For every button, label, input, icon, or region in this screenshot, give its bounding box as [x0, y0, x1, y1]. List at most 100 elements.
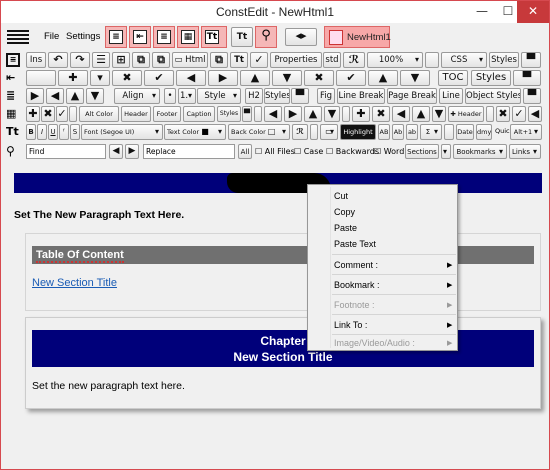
search-icon[interactable]: ⚲ — [6, 144, 21, 158]
context-link-to[interactable]: Link To : — [334, 320, 367, 330]
document-tab[interactable]: NewHtml1 — [324, 26, 391, 48]
sep-2[interactable] — [342, 106, 350, 122]
strike-icon[interactable]: S — [70, 124, 80, 140]
add-row-icon[interactable]: ✚ — [26, 106, 40, 122]
remove-row-icon[interactable]: ✖ — [41, 106, 55, 122]
search-view-button[interactable]: ⚲ — [255, 26, 277, 48]
context-bookmark[interactable]: Bookmark : — [334, 280, 380, 290]
sections-dropdown[interactable] — [441, 144, 451, 159]
undo-icon[interactable]: ↶ — [48, 52, 68, 68]
case-checkbox[interactable]: ☐ Case — [294, 144, 323, 159]
blank-button[interactable] — [26, 70, 56, 86]
dmy-button[interactable]: dmy — [476, 124, 492, 140]
format-icon[interactable]: ᶠ — [59, 124, 69, 140]
sep-1[interactable] — [254, 106, 262, 122]
sigma-select[interactable]: Σ — [420, 124, 442, 140]
table-up-icon[interactable]: ▲ — [412, 106, 430, 122]
find-prev-icon[interactable]: ◀ — [109, 144, 123, 159]
cut-icon[interactable]: ⊞ — [112, 52, 130, 68]
col-up-icon[interactable]: ▲ — [304, 106, 322, 122]
add-icon[interactable]: ✚ — [58, 70, 88, 86]
delete-2-icon[interactable]: ✖ — [304, 70, 334, 86]
import-icon[interactable]: ⧉ — [210, 52, 228, 68]
box-icon[interactable]: ▀ — [521, 52, 541, 68]
context-comment[interactable]: Comment : — [334, 260, 378, 270]
date-button[interactable]: Date — [456, 124, 474, 140]
navigate-arrows-button[interactable]: ◂▸ — [285, 28, 317, 46]
box-4-icon[interactable]: ▀ — [523, 88, 541, 104]
properties-button[interactable]: Properties — [270, 52, 322, 68]
select-all-icon[interactable]: ☰ — [92, 52, 110, 68]
context-paste-text[interactable]: Paste Text — [334, 239, 376, 249]
close-button[interactable]: ✕ — [517, 1, 549, 23]
context-cut[interactable]: Cut — [334, 191, 348, 201]
accept-2-icon[interactable]: ✔ — [336, 70, 366, 86]
box-5-icon[interactable]: ▀ — [242, 106, 252, 122]
col-right-icon[interactable]: ▶ — [284, 106, 302, 122]
find-input[interactable]: Find — [26, 144, 106, 159]
up-icon[interactable]: ▲ — [368, 70, 398, 86]
toc-button[interactable]: TOC — [438, 70, 468, 86]
spell-check-icon[interactable]: ℛ — [343, 52, 365, 68]
table-down-icon[interactable]: ▼ — [432, 106, 446, 122]
minimize-button[interactable]: — — [469, 1, 495, 23]
tt-button[interactable]: Tt — [230, 52, 248, 68]
main-menu-icon[interactable] — [7, 28, 29, 46]
underline-button[interactable]: U — [48, 124, 58, 140]
move-right-icon[interactable]: ▶ — [208, 70, 238, 86]
text-tool-button[interactable]: Tt — [231, 27, 253, 47]
sep-3[interactable] — [486, 106, 494, 122]
font-view-button[interactable]: Tt — [201, 26, 227, 48]
box-3-icon[interactable]: ▀ — [291, 88, 309, 104]
check-2-icon[interactable]: ✓ — [56, 106, 68, 122]
italic-button[interactable]: I — [37, 124, 47, 140]
table-back-icon[interactable]: ◀ — [392, 106, 410, 122]
paragraph-icon[interactable]: ≡ — [6, 53, 20, 67]
back-icon[interactable]: ◀ — [46, 88, 64, 104]
table-view-button[interactable]: ▦ — [177, 26, 199, 48]
table-icon[interactable]: ▦ — [6, 107, 21, 121]
up-3-icon[interactable]: ▲ — [66, 88, 84, 104]
page-break-button[interactable]: Page Break — [387, 88, 437, 104]
header-button[interactable]: Header — [121, 106, 151, 122]
font-size-icon[interactable]: Tt — [6, 125, 21, 139]
object-styles-button[interactable]: Object Styles — [465, 88, 521, 104]
col-left-icon[interactable]: ◀ — [264, 106, 282, 122]
bullet-button[interactable]: • — [164, 88, 176, 104]
text-color-select[interactable]: Text Color ■ — [164, 124, 226, 140]
std-button[interactable]: std — [323, 52, 341, 68]
titlecase-button[interactable]: Ab — [392, 124, 404, 140]
insert-button[interactable]: Ins — [26, 52, 46, 68]
sep-4[interactable] — [310, 124, 318, 140]
find-next-icon[interactable]: ▶ — [125, 144, 139, 159]
bookmarks-select[interactable]: Bookmarks — [453, 144, 507, 159]
styles-4-button[interactable]: Styles — [217, 106, 241, 122]
context-copy[interactable]: Copy — [334, 207, 355, 217]
align-right-view-button[interactable]: ≡ — [153, 26, 175, 48]
table-del-icon[interactable]: ✖ — [496, 106, 510, 122]
styles-button[interactable]: Styles — [489, 52, 519, 68]
context-paste[interactable]: Paste — [334, 223, 357, 233]
box-2-icon[interactable]: ▀ — [513, 70, 541, 86]
alt-color-button[interactable]: Alt Color — [79, 106, 119, 122]
back-color-select[interactable]: Back Color □ — [228, 124, 290, 140]
move-up-icon[interactable]: ▲ — [240, 70, 270, 86]
down-icon[interactable]: ▼ — [400, 70, 430, 86]
backwards-checkbox[interactable]: ☐ Backwards — [326, 144, 379, 159]
tiny-button[interactable] — [69, 106, 77, 122]
zoom-toggle[interactable] — [425, 52, 439, 68]
bold-button[interactable]: B — [26, 124, 36, 140]
sep-5[interactable] — [444, 124, 454, 140]
replace-all-button[interactable]: All — [238, 144, 252, 159]
caption-button[interactable]: Caption — [183, 106, 215, 122]
line-break-button[interactable]: Line Break — [337, 88, 385, 104]
delete-icon[interactable]: ✖ — [112, 70, 142, 86]
down-3-icon[interactable]: ▼ — [86, 88, 104, 104]
move-down-icon[interactable]: ▼ — [272, 70, 302, 86]
accept-icon[interactable]: ✔ — [144, 70, 174, 86]
font-select[interactable]: Font (Segoe UI) — [81, 124, 163, 140]
table-add-icon[interactable]: ✚ — [352, 106, 370, 122]
zoom-select[interactable]: 100% — [367, 52, 423, 68]
all-files-checkbox[interactable]: ☐ All Files — [255, 144, 295, 159]
sections-button[interactable]: Sections — [405, 144, 439, 159]
